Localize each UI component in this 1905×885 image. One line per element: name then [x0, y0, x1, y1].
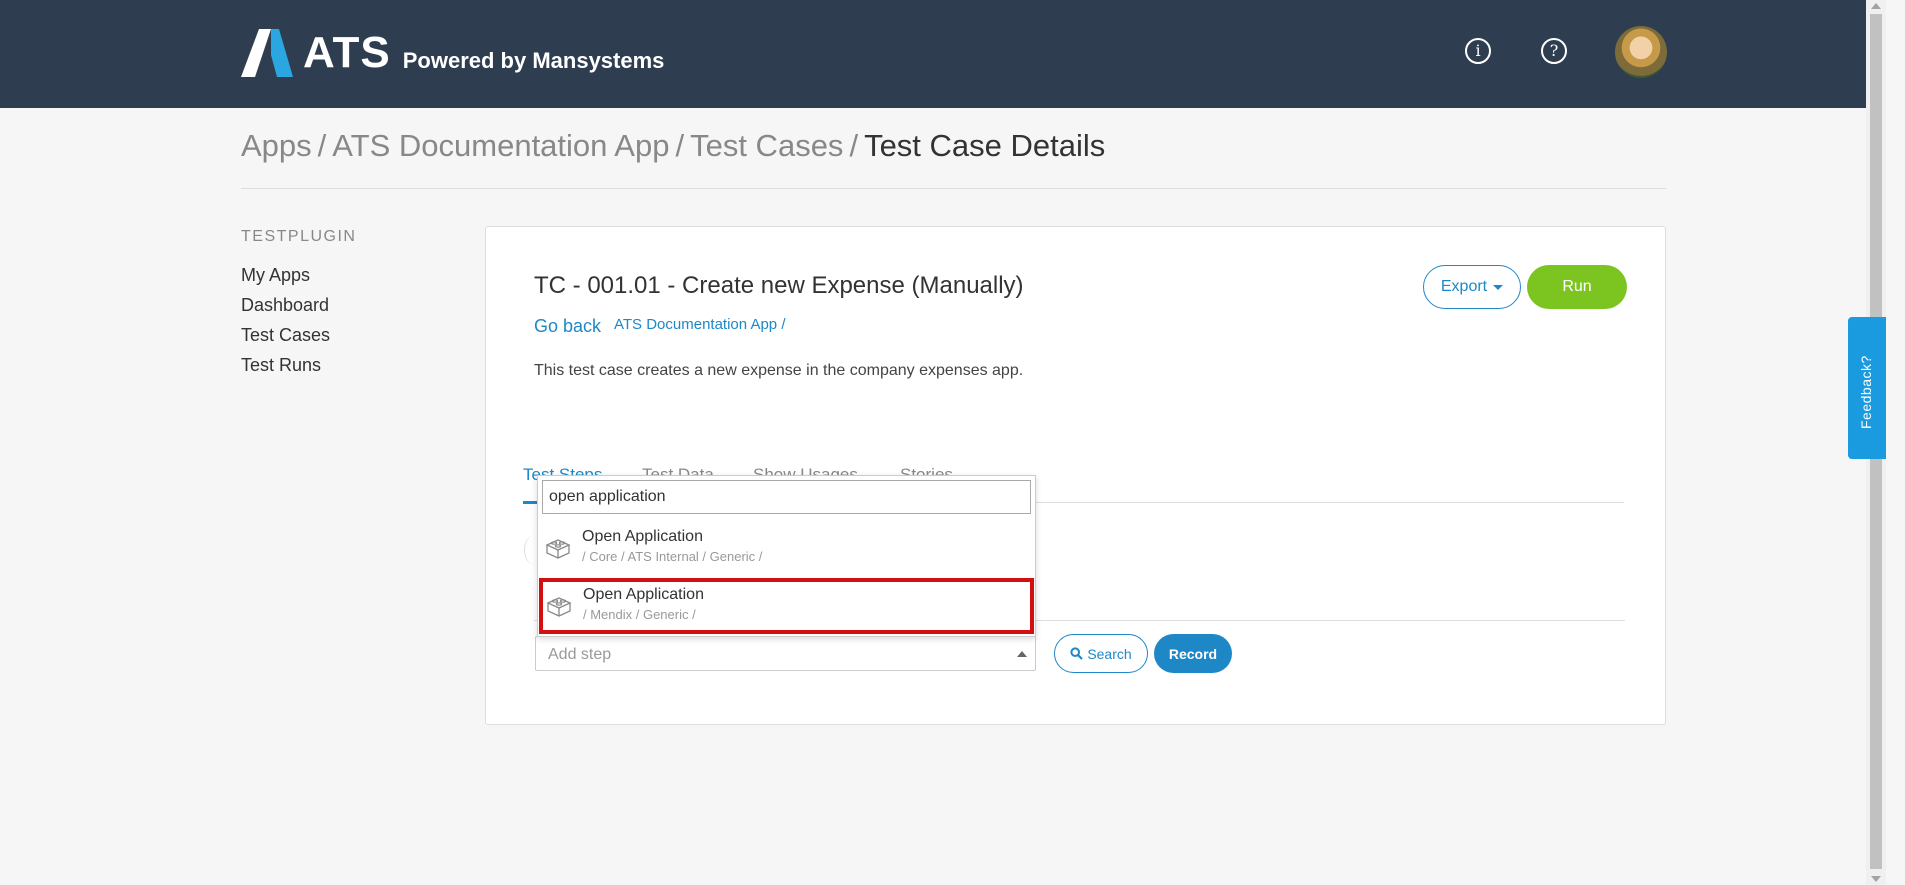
logo-subtitle: Powered by Mansystems: [402, 48, 665, 73]
go-back-link[interactable]: Go back: [534, 316, 601, 337]
ats-logo-mark-icon: [241, 29, 293, 77]
top-navbar: ATS Powered by Mansystems i ?: [0, 0, 1866, 108]
breadcrumb: Apps / ATS Documentation App / Test Cases / Te…: [241, 128, 1105, 164]
record-button[interactable]: Record: [1154, 634, 1232, 673]
export-button[interactable]: Export: [1423, 265, 1521, 309]
scroll-up-arrow-icon[interactable]: [1871, 3, 1881, 9]
active-tab-indicator: [523, 501, 537, 504]
logo-text: ATS: [303, 28, 391, 77]
sidebar-item-my-apps[interactable]: My Apps: [241, 260, 356, 290]
breadcrumb-current: Test Case Details: [864, 128, 1106, 163]
breadcrumb-separator: /: [675, 128, 685, 163]
step-search-input[interactable]: [542, 480, 1031, 514]
breadcrumb-apps[interactable]: Apps: [241, 128, 312, 163]
app-breadcrumb-link[interactable]: ATS Documentation App /: [614, 316, 785, 333]
breadcrumb-separator: /: [317, 128, 327, 163]
option-title: Open Application: [583, 586, 704, 603]
search-icon: [1070, 647, 1084, 660]
breadcrumb-separator: /: [849, 128, 859, 163]
caret-up-icon: [1017, 651, 1027, 657]
feedback-tab[interactable]: Feedback?: [1848, 317, 1886, 459]
add-step-placeholder: Add step: [548, 646, 612, 663]
test-case-description: This test case creates a new expense in …: [534, 362, 1024, 379]
export-label: Export: [1440, 278, 1488, 295]
dropdown-option-core-open-application[interactable]: Open Application / Core / ATS Internal /…: [538, 520, 1035, 576]
feedback-label: Feedback?: [1858, 355, 1874, 429]
dropdown-option-mendix-open-application[interactable]: Open Application / Mendix / Generic /: [539, 578, 1034, 634]
breadcrumb-test-cases[interactable]: Test Cases: [690, 128, 843, 163]
lego-brick-icon: [545, 539, 571, 559]
sidebar-heading: TESTPLUGIN: [241, 228, 357, 245]
help-icon[interactable]: ?: [1541, 38, 1567, 64]
run-button[interactable]: Run: [1527, 265, 1627, 309]
search-button[interactable]: Search: [1054, 634, 1148, 673]
user-avatar[interactable]: [1615, 26, 1667, 78]
add-step-select[interactable]: Add step: [535, 636, 1036, 671]
header-divider: [241, 188, 1666, 189]
step-search-dropdown: Open Application / Core / ATS Internal /…: [537, 475, 1036, 637]
scroll-down-arrow-icon[interactable]: [1871, 876, 1881, 882]
info-icon[interactable]: i: [1465, 38, 1491, 64]
sidebar-item-dashboard[interactable]: Dashboard: [241, 290, 356, 320]
caret-down-icon: [1493, 284, 1504, 290]
search-label: Search: [1087, 645, 1132, 662]
sidebar-item-test-runs[interactable]: Test Runs: [241, 350, 356, 380]
option-title: Open Application: [582, 528, 703, 545]
breadcrumb-app[interactable]: ATS Documentation App: [332, 128, 669, 163]
option-path: / Core / ATS Internal / Generic /: [582, 549, 763, 564]
option-path: / Mendix / Generic /: [583, 607, 696, 622]
sidebar: TESTPLUGIN My Apps Dashboard Test Cases …: [241, 228, 356, 380]
test-case-title: TC - 001.01 - Create new Expense (Manual…: [534, 272, 1024, 299]
lego-brick-icon: [546, 597, 572, 617]
ats-logo[interactable]: ATS Powered by Mansystems: [241, 28, 664, 78]
sidebar-item-test-cases[interactable]: Test Cases: [241, 320, 356, 350]
